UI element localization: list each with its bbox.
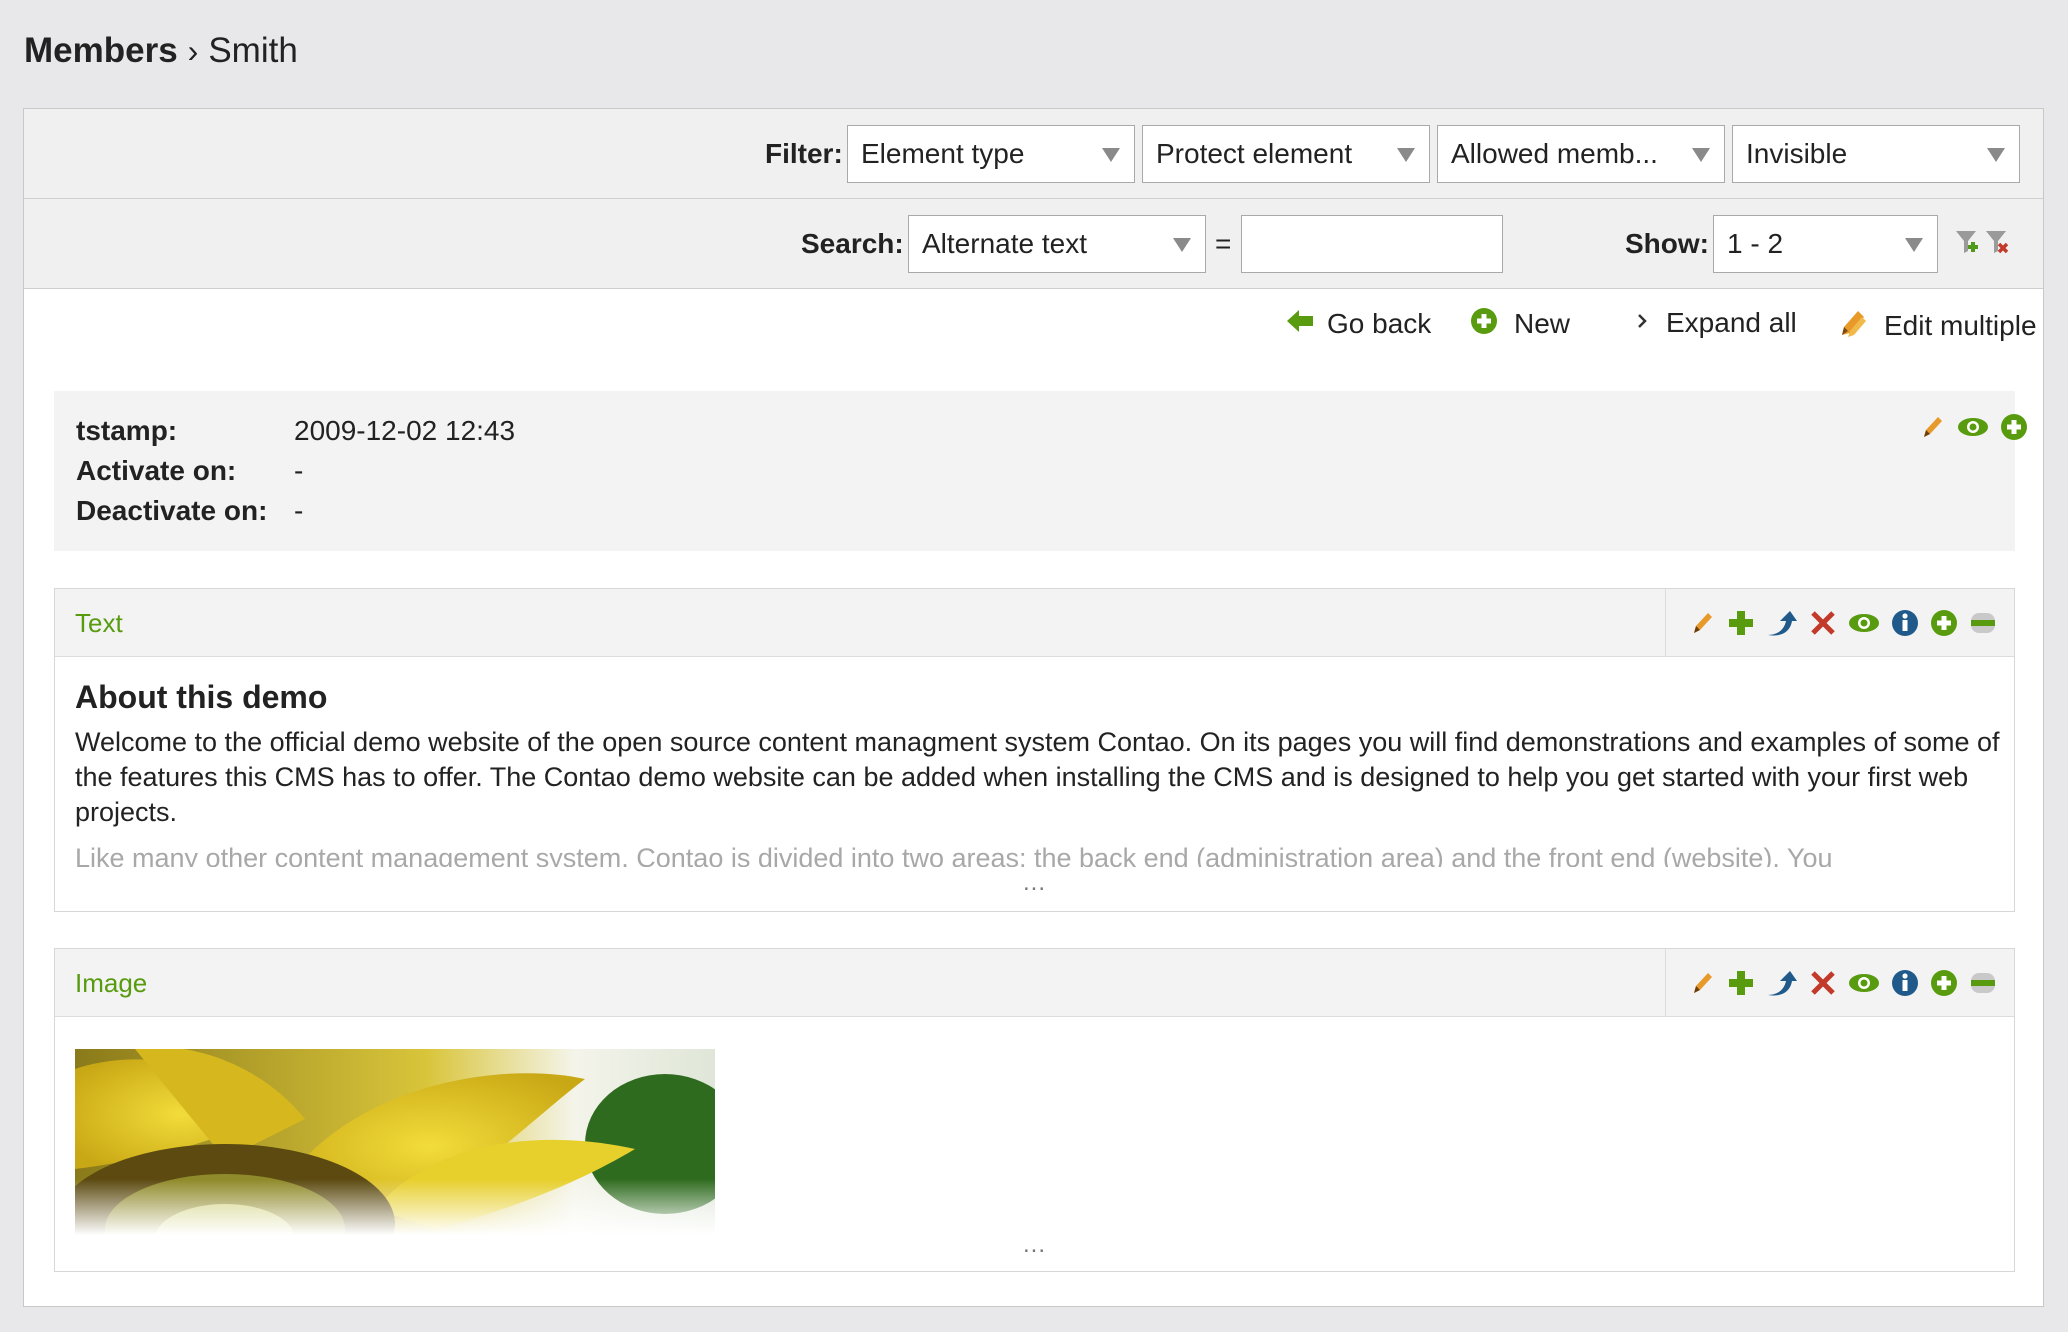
dropdown-arrow-icon — [1397, 148, 1415, 162]
breadcrumb-current: Smith — [208, 31, 298, 70]
header-key: Activate on: — [76, 455, 237, 486]
back-arrow-icon — [1285, 307, 1315, 340]
expand-all-link[interactable]: Expand all — [1636, 307, 1797, 339]
new-link[interactable]: New — [1470, 307, 1570, 340]
sunflower-image — [55, 1047, 745, 1304]
dropdown-arrow-icon — [1102, 148, 1120, 162]
info-icon[interactable] — [1891, 969, 1919, 1002]
search-field-value: Alternate text — [922, 228, 1087, 259]
search-bar: Search: Alternate text = Show: 1 - 2 — [24, 199, 2043, 289]
element-type-label: Text — [75, 608, 123, 638]
info-icon[interactable] — [1891, 609, 1919, 642]
plus-circle-icon[interactable] — [1930, 969, 1958, 1002]
expand-all-label: Expand all — [1666, 307, 1797, 338]
plus-circle-icon — [1470, 307, 1498, 340]
search-equals: = — [1215, 228, 1232, 259]
header-key: Deactivate on: — [76, 495, 268, 526]
filter-element-type-value: Element type — [861, 138, 1025, 169]
drag-handle-icon[interactable] — [1969, 609, 1997, 642]
element-heading: About this demo — [75, 679, 328, 715]
new-label: New — [1514, 307, 1571, 339]
eye-icon[interactable] — [1848, 971, 1880, 1000]
header-value: - — [294, 495, 304, 526]
content-element-image: Image ... — [54, 948, 2015, 1304]
filter-bar: Filter: Element type Protect element All… — [24, 109, 2043, 199]
search-field-select[interactable]: Alternate text — [908, 215, 1206, 273]
filter-allowed-members-select[interactable]: Allowed memb... — [1437, 125, 1725, 183]
drag-handle-icon[interactable] — [1969, 969, 1997, 1002]
element-actions — [1665, 589, 2014, 656]
search-input[interactable] — [1241, 215, 1503, 273]
go-back-label: Go back — [1327, 307, 1432, 339]
element-text: Welcome to the official demo website of … — [75, 727, 2000, 827]
chevron-right-icon — [1636, 310, 1650, 337]
header-key: tstamp: — [76, 415, 178, 446]
eye-icon[interactable] — [1848, 611, 1880, 640]
header-value: - — [294, 455, 304, 486]
dropdown-arrow-icon — [1905, 238, 1923, 252]
filter-invisible-value: Invisible — [1746, 138, 1848, 169]
filter-invisible-select[interactable]: Invisible — [1732, 125, 2020, 183]
duplicate-plus-icon[interactable] — [1727, 969, 1755, 1002]
plus-circle-icon[interactable] — [2000, 413, 2028, 446]
dropdown-arrow-icon — [1173, 238, 1191, 252]
show-label: Show: — [1625, 228, 1709, 259]
element-type-label: Image — [75, 968, 148, 998]
breadcrumb-parent[interactable]: Members — [24, 31, 178, 70]
header-actions — [1918, 413, 2039, 446]
edit-pencil-icon[interactable] — [1918, 413, 1946, 446]
filter-element-type-select[interactable]: Element type — [847, 125, 1135, 183]
element-header: Image — [55, 949, 2014, 1017]
move-arrow-icon[interactable] — [1766, 969, 1798, 1002]
element-text-faded: Like many other content management syste… — [75, 843, 1833, 867]
eye-icon[interactable] — [1957, 415, 1989, 444]
edit-pencil-icon[interactable] — [1688, 609, 1716, 642]
record-header: tstamp: 2009-12-02 12:43 Activate on: - … — [54, 391, 2027, 551]
expand-ellipsis[interactable]: ... — [55, 869, 2014, 897]
show-range-select[interactable]: 1 - 2 — [1713, 215, 1938, 273]
element-actions — [1665, 949, 2014, 1016]
delete-icon[interactable] — [1809, 609, 1837, 642]
content-element-text: Text About this demo Welcome to the offi… — [54, 588, 2015, 912]
dropdown-arrow-icon — [1692, 148, 1710, 162]
filter-allowed-members-value: Allowed memb... — [1451, 138, 1658, 169]
delete-icon[interactable] — [1809, 969, 1837, 1002]
dropdown-arrow-icon — [1987, 148, 2005, 162]
header-value: 2009-12-02 12:43 — [294, 415, 516, 446]
edit-multiple-label: Edit multiple — [1884, 309, 2037, 341]
main-panel: Filter: Element type Protect element All… — [23, 108, 2044, 1307]
element-header: Text — [55, 589, 2014, 657]
expand-ellipsis[interactable]: ... — [55, 1231, 2014, 1259]
filter-protect-element-value: Protect element — [1156, 138, 1353, 169]
show-range-value: 1 - 2 — [1727, 228, 1784, 259]
duplicate-plus-icon[interactable] — [1727, 609, 1755, 642]
plus-circle-icon[interactable] — [1930, 609, 1958, 642]
go-back-link[interactable]: Go back — [1285, 307, 1431, 340]
filter-protect-element-select[interactable]: Protect element — [1142, 125, 1430, 183]
filter-label: Filter: — [765, 138, 843, 169]
edit-multiple-icon — [1838, 307, 1870, 344]
filter-reset-icon[interactable] — [1954, 229, 2014, 259]
edit-pencil-icon[interactable] — [1688, 969, 1716, 1002]
breadcrumb: Members › Smith — [24, 26, 298, 76]
search-label: Search: — [801, 228, 904, 259]
edit-multiple-link[interactable]: Edit multiple — [1838, 307, 2037, 344]
move-arrow-icon[interactable] — [1766, 609, 1798, 642]
breadcrumb-separator: › — [187, 33, 199, 69]
